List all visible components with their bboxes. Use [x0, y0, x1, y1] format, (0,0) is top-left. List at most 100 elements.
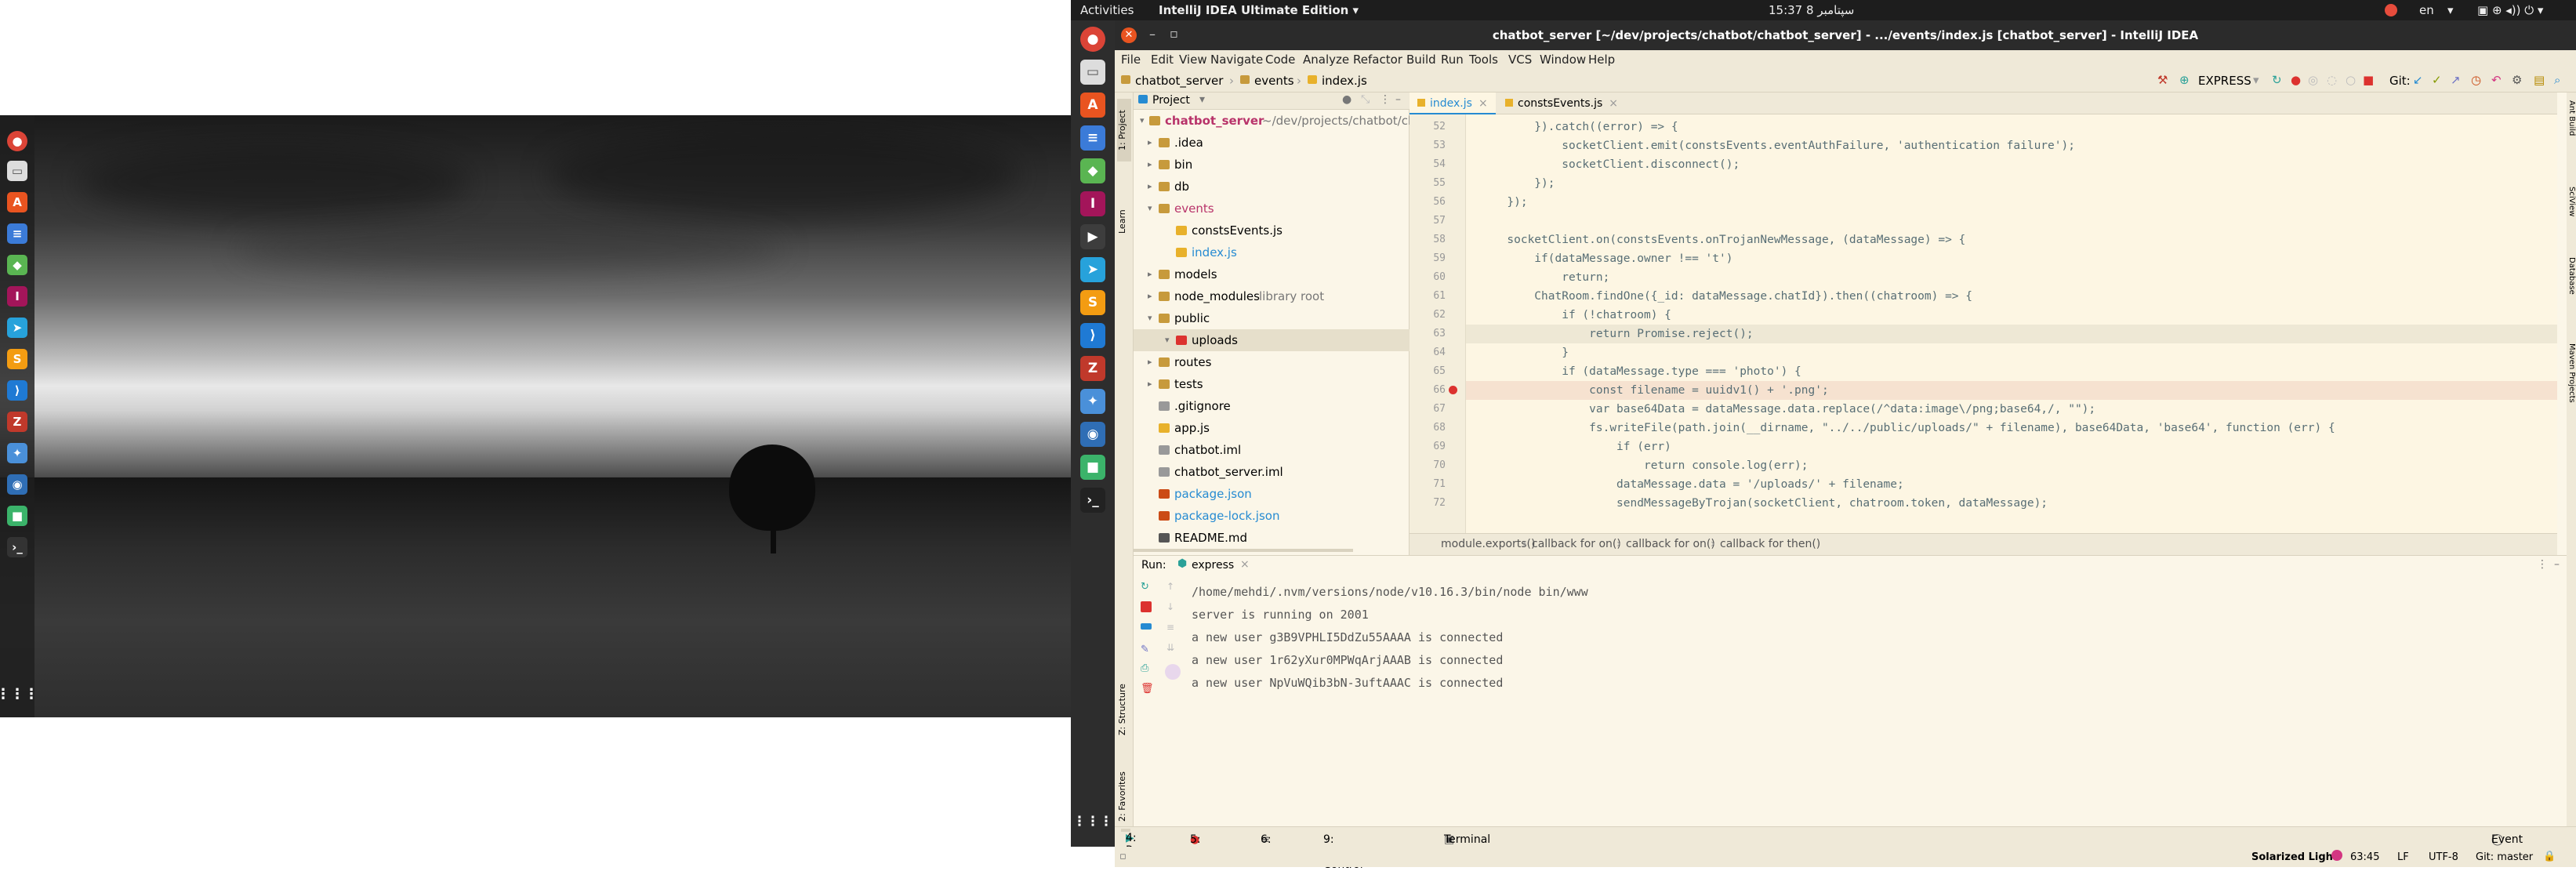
app-grid-icon[interactable]: ⋮⋮⋮ — [1073, 809, 1113, 834]
collapse-icon[interactable]: ⤡ — [1361, 93, 1370, 106]
code-line[interactable]: } — [1466, 343, 2557, 362]
menu-help[interactable]: Help — [1588, 53, 1615, 67]
activities-button[interactable]: Activities — [1080, 3, 1134, 17]
close-icon[interactable]: × — [1240, 558, 1250, 571]
code-line[interactable]: socketClient.on(constsEvents.onTrojanNew… — [1466, 230, 2557, 249]
tree-item[interactable]: ▸ models — [1134, 263, 1410, 285]
menu-tools[interactable]: Tools — [1469, 53, 1498, 67]
tree-item[interactable]: ▾ uploads — [1134, 329, 1410, 351]
git-branch[interactable]: Git: master — [2476, 851, 2533, 863]
intellij-icon[interactable]: I — [1080, 191, 1105, 216]
tree-item[interactable]: ▾ events — [1134, 198, 1410, 220]
chevron-right-icon[interactable]: ▸ — [1148, 154, 1156, 176]
breadcrumb-project[interactable]: chatbot_server — [1135, 74, 1223, 88]
run-config-select[interactable]: EXPRESS — [2198, 74, 2251, 88]
steam-icon[interactable]: ◉ — [7, 474, 27, 495]
tree-item[interactable]: .gitignore — [1134, 395, 1410, 417]
android-icon[interactable]: ◆ — [1080, 158, 1105, 183]
tree-item[interactable]: constsEvents.js — [1134, 220, 1410, 241]
chevron-right-icon[interactable]: ▸ — [1148, 285, 1156, 307]
steam-icon[interactable]: ◉ — [1080, 422, 1105, 447]
restore-layout-icon[interactable] — [1141, 623, 1152, 630]
code-line[interactable]: }); — [1466, 193, 2557, 212]
tree-item[interactable]: ▸ .idea — [1134, 132, 1410, 154]
code-line[interactable]: sendMessageByTrojan(socketClient, chatro… — [1466, 494, 2557, 513]
chevron-down-icon[interactable]: ▾ — [1148, 198, 1156, 220]
tree-item[interactable]: ▸ db — [1134, 176, 1410, 198]
terminal-icon[interactable]: ›_ — [7, 537, 27, 557]
stop-icon[interactable] — [1141, 601, 1152, 612]
clock[interactable]: 15:37 8 سپتامبر — [1769, 3, 1854, 17]
vscode-icon[interactable]: ⟩ — [7, 380, 27, 401]
code-line[interactable]: if(dataMessage.owner !== 't') — [1466, 249, 2557, 268]
chevron-right-icon[interactable]: ▸ — [1148, 132, 1156, 154]
tool-structure[interactable]: Z: Structure — [1117, 657, 1131, 735]
tab-index-js[interactable]: index.js × — [1410, 93, 1496, 114]
chevron-right-icon[interactable]: ▸ — [1148, 263, 1156, 285]
chevron-right-icon[interactable]: ▸ — [1148, 351, 1156, 373]
tool-ant-build[interactable]: Ant Build — [2567, 100, 2576, 163]
tree-item[interactable]: ▸ tests — [1134, 373, 1410, 395]
tool-favorites[interactable]: 2: Favorites — [1117, 751, 1131, 822]
rerun-icon[interactable]: ↻ — [1141, 581, 1152, 593]
tool-learn[interactable]: Learn — [1117, 187, 1131, 234]
tool-sciview[interactable]: SciView — [2567, 187, 2576, 241]
code-line[interactable]: fs.writeFile(path.join(__dirname, "../..… — [1466, 419, 2557, 437]
sublime-icon[interactable]: S — [1080, 290, 1105, 315]
encoding[interactable]: UTF-8 — [2429, 851, 2458, 863]
theme-indicator[interactable]: Solarized Light — [2251, 851, 2338, 863]
sync-icon[interactable]: ● — [1342, 93, 1351, 106]
gamepad-icon[interactable]: ■ — [1080, 455, 1105, 480]
code-line[interactable]: return; — [1466, 268, 2557, 287]
breadcrumb-file[interactable]: index.js — [1322, 74, 1367, 88]
chevron-down-icon[interactable]: ▾ — [1165, 329, 1173, 351]
media-icon[interactable]: ▶ — [1080, 224, 1105, 249]
menu-view[interactable]: View — [1179, 53, 1207, 67]
tree-item[interactable]: chatbot.iml — [1134, 439, 1410, 461]
profile-icon[interactable]: ◌ — [2327, 73, 2337, 87]
tool-project[interactable]: 1: Project — [1117, 99, 1131, 161]
debug-icon[interactable]: ● — [2291, 73, 2301, 87]
crumb-callback-on-2[interactable]: callback for on() — [1626, 538, 1715, 550]
code-line[interactable]: dataMessage.data = '/uploads/' + filenam… — [1466, 475, 2557, 494]
menu-navigate[interactable]: Navigate — [1210, 53, 1263, 67]
document-icon[interactable]: ≡ — [1080, 125, 1105, 151]
chevron-down-icon[interactable]: ▾ — [1148, 307, 1156, 329]
tab-run[interactable]: ▶ 4: Run — [1121, 829, 1147, 857]
terminal-icon[interactable]: ›_ — [1080, 488, 1105, 513]
tab-consts-events-js[interactable]: constsEvents.js × — [1497, 93, 1626, 114]
menu-vcs[interactable]: VCS — [1508, 53, 1532, 67]
vscode-icon[interactable]: ⟩ — [1080, 323, 1105, 348]
code-line[interactable]: }).catch((error) => { — [1466, 118, 2557, 136]
horizontal-scrollbar[interactable] — [1134, 549, 1353, 552]
hide-icon[interactable]: – — [1395, 93, 1401, 106]
menu-edit[interactable]: Edit — [1151, 53, 1174, 67]
git-push-icon[interactable]: ↗ — [2451, 73, 2461, 87]
language-indicator[interactable]: en — [2419, 3, 2434, 17]
code-line[interactable] — [1466, 212, 2557, 230]
structure-icon[interactable]: ▤ — [2534, 73, 2545, 87]
telegram-icon[interactable]: ➤ — [7, 318, 27, 338]
system-tray[interactable]: ▣ ⊕ ◂)) ⏻ ▾ — [2477, 3, 2543, 17]
network-icon[interactable]: ✦ — [1080, 389, 1105, 414]
crumb-callback-then[interactable]: callback for then() — [1720, 538, 1820, 550]
attach-icon[interactable]: ○ — [2346, 73, 2356, 87]
filezilla-icon[interactable]: Z — [1080, 356, 1105, 381]
close-icon[interactable]: × — [1478, 97, 1488, 110]
code-line[interactable]: if (!chatroom) { — [1466, 306, 2557, 325]
tree-item[interactable]: ▸ node_modules library root — [1134, 285, 1410, 307]
tool-maven[interactable]: Maven Projects — [2567, 343, 2576, 430]
git-commit-icon[interactable]: ✓ — [2432, 73, 2442, 87]
line-separator[interactable]: LF — [2397, 851, 2409, 863]
notification-icon[interactable] — [2385, 4, 2397, 16]
tree-root[interactable]: ▾ chatbot_server ~/dev/projects/chatbot/… — [1134, 110, 1435, 132]
gamepad-icon[interactable]: ■ — [7, 506, 27, 526]
search-icon[interactable]: ⌕ — [2554, 73, 2560, 87]
tree-item[interactable]: ▸ routes — [1134, 351, 1410, 373]
network-icon[interactable]: ✦ — [7, 443, 27, 463]
chevron-right-icon[interactable]: ▸ — [1148, 176, 1156, 198]
menu-window[interactable]: Window — [1540, 53, 1586, 67]
code-line[interactable]: }); — [1466, 174, 2557, 193]
files-icon[interactable]: ▭ — [7, 161, 27, 181]
rerun-icon[interactable]: ↻ — [2272, 73, 2282, 87]
